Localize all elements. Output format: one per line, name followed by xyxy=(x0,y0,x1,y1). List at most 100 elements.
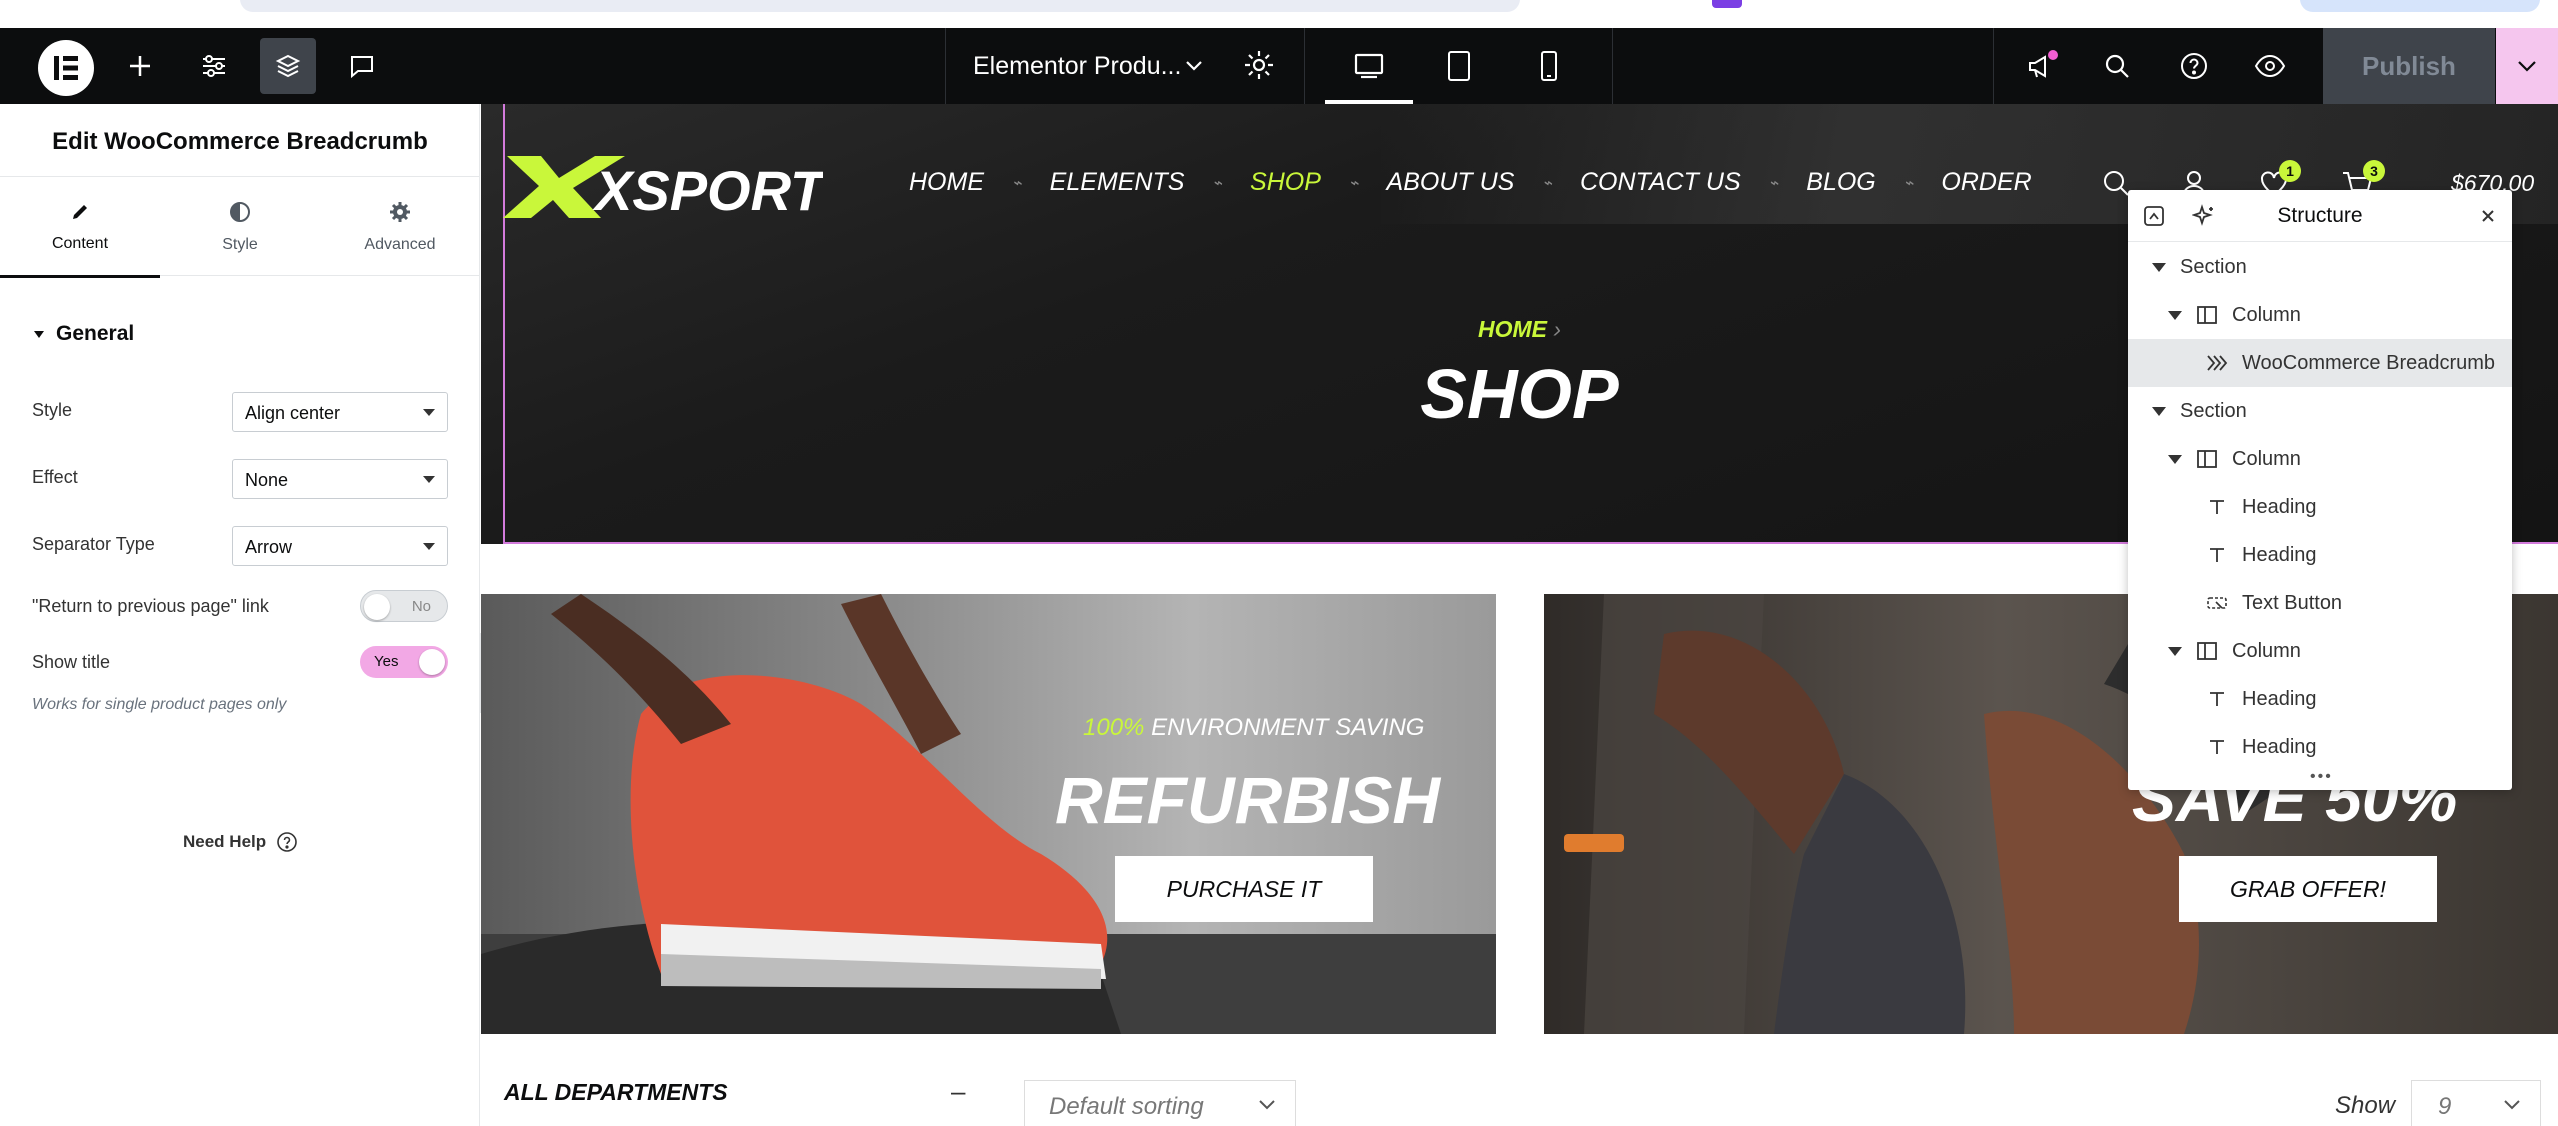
add-element-icon[interactable] xyxy=(112,38,168,94)
structure-item-label: WooCommerce Breadcrumb xyxy=(2242,351,2496,374)
whats-new-megaphone-icon[interactable] xyxy=(2014,38,2070,94)
need-help-label: Need Help xyxy=(183,832,267,851)
editor-topbar: Elementor Produ... Publish xyxy=(0,28,2558,104)
heading-icon xyxy=(2206,736,2228,758)
page-title[interactable]: Elementor Produ... xyxy=(973,52,1181,81)
wishlist-count-badge: 1 xyxy=(2279,160,2301,182)
breadcrumb-home[interactable]: HOME xyxy=(1478,316,1547,342)
caret-down-icon xyxy=(2168,310,2182,320)
nav-separator: ⌁ xyxy=(1903,174,1914,192)
resize-handle[interactable]: ••• xyxy=(2310,768,2333,786)
nav-item-elements[interactable]: ELEMENTS xyxy=(1028,168,1207,197)
structure-navigator-panel[interactable]: Structure Section Column WooCommerce Bre… xyxy=(2128,190,2512,790)
help-icon xyxy=(277,832,297,852)
publish-button[interactable]: Publish xyxy=(2323,28,2495,104)
section-general-toggle[interactable]: General xyxy=(32,322,134,346)
tab-content[interactable]: Content xyxy=(0,177,160,278)
show-count-select[interactable]: 9 xyxy=(2411,1080,2541,1126)
tab-content-label: Content xyxy=(51,235,109,252)
promo-banner-refurbish[interactable]: 100% ENVIRONMENT SAVING REFURBISH PURCHA… xyxy=(481,594,1496,1034)
purchase-it-button[interactable]: PURCHASE IT xyxy=(1115,856,1373,922)
sorting-select[interactable]: Default sorting xyxy=(1024,1080,1296,1126)
structure-item-label: Text Button xyxy=(2242,591,2343,614)
need-help-link[interactable]: Need Help xyxy=(183,831,298,853)
nav-item-blog[interactable]: BLOG xyxy=(1784,168,1897,197)
column-icon xyxy=(2196,304,2218,326)
all-departments-heading[interactable]: ALL DEPARTMENTS xyxy=(504,1079,728,1106)
separator-type-label: Separator Type xyxy=(32,534,155,554)
structure-item-text-button[interactable]: Text Button xyxy=(2128,579,2512,627)
style-select[interactable]: Align center xyxy=(232,392,448,432)
desktop-view-icon[interactable] xyxy=(1325,28,1413,104)
heading-icon xyxy=(2206,688,2228,710)
style-select-value: Align center xyxy=(245,403,341,423)
tab-advanced[interactable]: Advanced xyxy=(320,177,480,277)
switch-knob xyxy=(364,594,390,620)
elementor-logo-icon[interactable] xyxy=(38,40,94,96)
widget-settings-panel: Edit WooCommerce Breadcrumb Content Styl… xyxy=(0,104,480,1126)
pencil-icon xyxy=(73,205,87,219)
control-hint: Works for single product pages only xyxy=(32,696,287,713)
departments-collapse-icon[interactable]: – xyxy=(951,1076,965,1107)
nav-item-contact-us[interactable]: CONTACT US xyxy=(1558,168,1763,197)
close-icon[interactable] xyxy=(2480,208,2496,224)
section-general-label: General xyxy=(56,322,135,345)
structure-item-column[interactable]: Column xyxy=(2128,291,2512,339)
structure-item-heading[interactable]: Heading xyxy=(2128,675,2512,723)
structure-item-label: Heading xyxy=(2242,495,2317,518)
structure-item-column[interactable]: Column xyxy=(2128,435,2512,483)
site-settings-icon[interactable] xyxy=(186,38,242,94)
chevron-down-icon xyxy=(2504,1100,2520,1110)
navigator-layers-icon[interactable] xyxy=(260,38,316,94)
structure-item-section[interactable]: Section xyxy=(2128,243,2512,291)
effect-select[interactable]: None xyxy=(232,459,448,499)
tab-style[interactable]: Style xyxy=(160,177,320,277)
show-title-switch[interactable]: Yes xyxy=(360,646,448,678)
structure-item-label: Heading xyxy=(2242,687,2317,710)
divider xyxy=(945,28,946,104)
nav-item-shop[interactable]: SHOP xyxy=(1228,168,1343,197)
select-caret-icon xyxy=(423,409,435,416)
comments-icon[interactable] xyxy=(334,38,390,94)
separator-type-select[interactable]: Arrow xyxy=(232,526,448,566)
nav-separator: ⌁ xyxy=(1348,174,1359,192)
cart-count-badge: 3 xyxy=(2363,160,2385,182)
tablet-view-icon[interactable] xyxy=(1415,28,1503,104)
nav-separator: ⌁ xyxy=(1542,174,1552,192)
preview-eye-icon[interactable] xyxy=(2242,38,2298,94)
structure-item-column[interactable]: Column xyxy=(2128,627,2512,675)
logo-text: XSPORT xyxy=(592,159,823,222)
breadcrumb-icon xyxy=(2206,352,2228,374)
show-count-label: Show xyxy=(2335,1092,2396,1119)
nav-item-order[interactable]: ORDER xyxy=(1919,168,2053,197)
structure-item-section[interactable]: Section xyxy=(2128,387,2512,435)
browser-profile-pill[interactable] xyxy=(2300,0,2540,12)
help-icon[interactable] xyxy=(2166,38,2222,94)
return-link-switch[interactable]: No xyxy=(360,590,448,622)
structure-header: Structure xyxy=(2128,190,2512,242)
caret-down-icon xyxy=(34,331,44,338)
select-caret-icon xyxy=(423,476,435,483)
nav-item-home[interactable]: HOME xyxy=(887,168,1006,197)
nav-item-about-us[interactable]: ABOUT US xyxy=(1365,168,1537,197)
grab-offer-button[interactable]: GRAB OFFER! xyxy=(2179,856,2437,922)
site-search-icon[interactable] xyxy=(2101,168,2131,198)
extension-icon[interactable] xyxy=(1712,0,1742,8)
show-count-value: 9 xyxy=(2438,1093,2452,1120)
page-settings-gear-icon[interactable] xyxy=(1236,42,1282,88)
site-logo[interactable]: XSPORT xyxy=(503,148,823,224)
address-bar[interactable] xyxy=(240,0,1520,12)
mobile-view-icon[interactable] xyxy=(1505,28,1593,104)
structure-item-heading[interactable]: Heading xyxy=(2128,483,2512,531)
publish-options-chevron-icon[interactable] xyxy=(2496,28,2558,104)
show-title-label: Show title xyxy=(32,652,111,672)
structure-item-woocommerce-breadcrumb[interactable]: WooCommerce Breadcrumb xyxy=(2128,339,2512,387)
search-icon[interactable] xyxy=(2089,38,2145,94)
structure-item-heading[interactable]: Heading xyxy=(2128,531,2512,579)
structure-item-heading[interactable]: Heading xyxy=(2128,723,2512,771)
chevron-down-icon[interactable] xyxy=(1180,52,1208,80)
structure-item-label: Column xyxy=(2232,303,2301,326)
caret-down-icon xyxy=(2168,646,2182,656)
structure-title: Structure xyxy=(2277,204,2363,227)
breadcrumb-separator: › xyxy=(1553,316,1562,342)
